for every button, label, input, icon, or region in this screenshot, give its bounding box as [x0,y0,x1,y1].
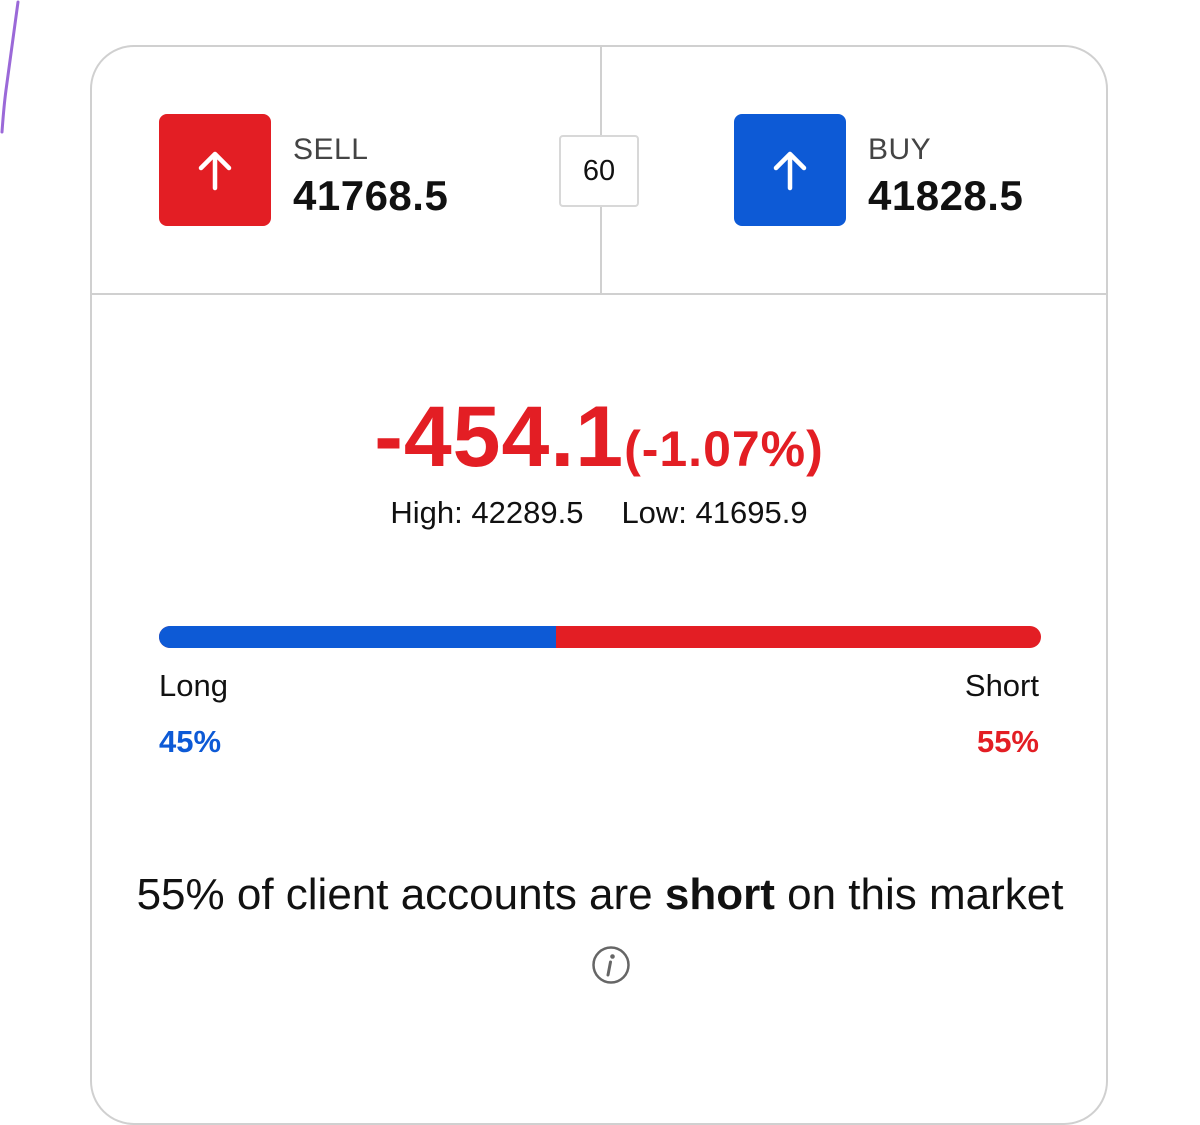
market-card: SELL 41768.5 60 BUY 41828.5 -454.1(-1.07… [90,45,1108,1125]
low-value: Low: 41695.9 [621,495,808,530]
short-label: Short [964,668,1039,703]
sell-button[interactable] [159,114,271,226]
change-percent: (-1.07%) [624,421,824,477]
high-low: High: 42289.5 Low: 41695.9 [92,495,1106,531]
long-percent: 45% [159,724,222,759]
trade-row: SELL 41768.5 60 BUY 41828.5 [92,47,1106,295]
price-change: -454.1(-1.07%) [92,392,1106,494]
sentiment-summary: 55% of client accounts are short on this… [132,859,1068,1003]
spread-badge: 60 [559,135,639,207]
short-percent: 55% [976,724,1039,759]
buy-label: BUY [868,133,932,166]
sell-label: SELL [293,133,369,166]
pen-stroke [0,0,20,134]
high-value: High: 42289.5 [390,495,584,530]
change-absolute: -454.1 [374,389,625,485]
sentiment-bar-long [159,626,556,648]
buy-price-block[interactable]: BUY 41828.5 [868,133,1023,221]
sell-price: 41768.5 [293,172,449,219]
arrow-up-icon [198,151,232,191]
buy-price: 41828.5 [868,172,1024,219]
long-label: Long [159,668,228,703]
arrow-up-icon [773,151,807,191]
sentiment-bar [159,626,1041,648]
summary-prefix: 55% of client accounts are [136,870,665,919]
summary-suffix: on this market [774,870,1064,919]
info-icon[interactable] [591,945,631,985]
summary-emphasis: short [664,870,775,919]
buy-button[interactable] [734,114,846,226]
sell-price-block[interactable]: SELL 41768.5 [293,133,448,221]
